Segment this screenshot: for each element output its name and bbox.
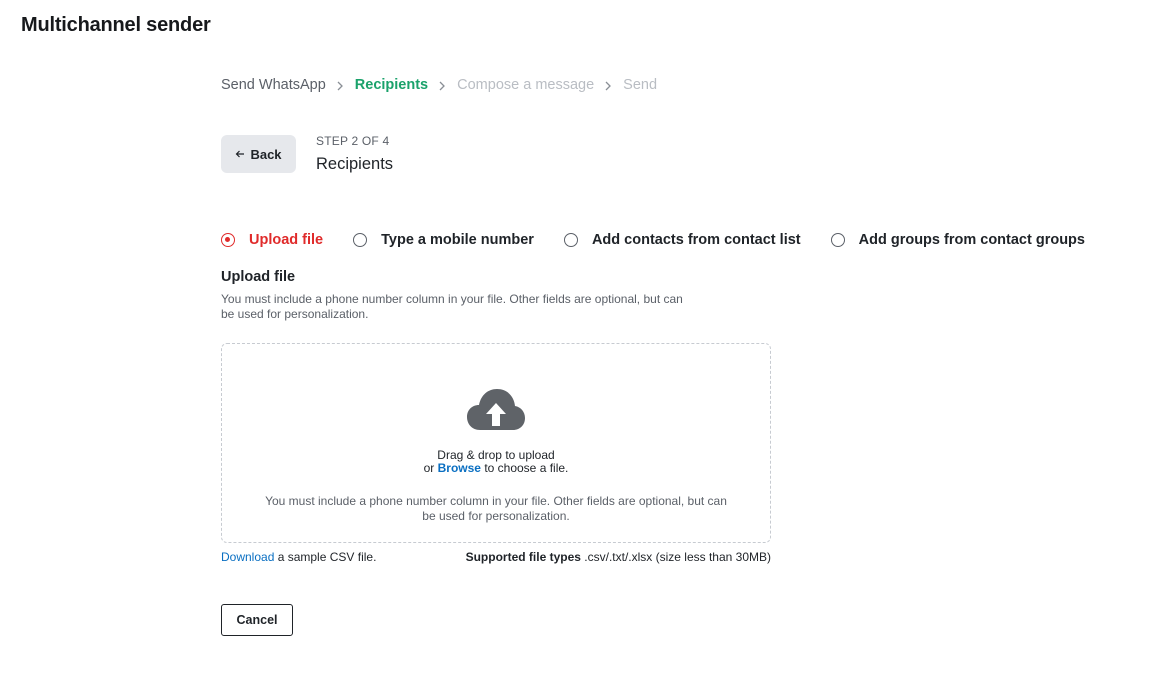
upload-section-title: Upload file bbox=[221, 269, 296, 285]
breadcrumb-send: Send bbox=[623, 77, 658, 93]
radio-button[interactable] bbox=[221, 233, 235, 247]
radio-button[interactable] bbox=[563, 233, 578, 247]
breadcrumb-send-whatsapp[interactable]: Send WhatsApp bbox=[221, 77, 326, 93]
radio-label[interactable]: Add contacts from contact list bbox=[592, 232, 801, 248]
radio-contacts-from-list[interactable]: Add contacts from contact list bbox=[563, 232, 801, 248]
breadcrumb-recipients: Recipients bbox=[354, 77, 429, 93]
radio-groups-from-contact-groups[interactable]: Add groups from contact groups bbox=[830, 232, 1085, 248]
download-sample-link[interactable]: Download bbox=[221, 550, 274, 564]
supported-file-types: Supported file types .csv/.txt/.xlsx (si… bbox=[466, 550, 771, 564]
radio-button[interactable] bbox=[830, 233, 845, 247]
app-title: Multichannel sender bbox=[21, 14, 211, 36]
radio-label[interactable]: Add groups from contact groups bbox=[859, 232, 1085, 248]
file-dropzone[interactable]: Drag & drop to upload or Browse to choos… bbox=[221, 343, 771, 543]
file-types-value: .csv/.txt/.xlsx (size less than 30MB) bbox=[580, 550, 771, 564]
cancel-button[interactable]: Cancel bbox=[221, 604, 293, 636]
chevron-right-icon bbox=[336, 81, 344, 91]
arrow-left-icon bbox=[236, 150, 245, 158]
recipient-source-radio-group: Upload file Type a mobile number Add con… bbox=[221, 232, 1115, 248]
upload-help-text: You must include a phone number column i… bbox=[221, 292, 683, 321]
breadcrumb: Send WhatsApp Recipients Compose a messa… bbox=[221, 77, 657, 93]
step-title: Recipients bbox=[316, 155, 394, 173]
download-sample-row: Download a sample CSV file. bbox=[221, 550, 376, 564]
radio-label[interactable]: Type a mobile number bbox=[381, 232, 534, 248]
chevron-right-icon bbox=[438, 81, 446, 91]
download-sample-text: a sample CSV file. bbox=[274, 550, 377, 564]
radio-type-mobile-number[interactable]: Type a mobile number bbox=[353, 232, 534, 248]
dropzone-note: You must include a phone number column i… bbox=[265, 494, 727, 523]
browse-link[interactable]: Browse bbox=[438, 461, 481, 475]
back-button[interactable]: Back bbox=[221, 135, 296, 173]
radio-button[interactable] bbox=[353, 233, 368, 247]
step-indicator: STEP 2 OF 4 bbox=[316, 134, 390, 148]
chevron-right-icon bbox=[604, 81, 612, 91]
breadcrumb-compose-message: Compose a message bbox=[457, 77, 595, 93]
dropzone-browse-line: or Browse to choose a file. bbox=[222, 462, 770, 475]
dropzone-or-text: or bbox=[423, 461, 438, 475]
cloud-upload-icon bbox=[467, 389, 525, 430]
dropzone-choose-text: to choose a file. bbox=[480, 461, 569, 475]
back-button-label: Back bbox=[250, 146, 282, 162]
radio-upload-file[interactable]: Upload file bbox=[221, 232, 323, 248]
radio-label[interactable]: Upload file bbox=[249, 232, 323, 248]
file-types-label: Supported file types bbox=[465, 550, 581, 564]
